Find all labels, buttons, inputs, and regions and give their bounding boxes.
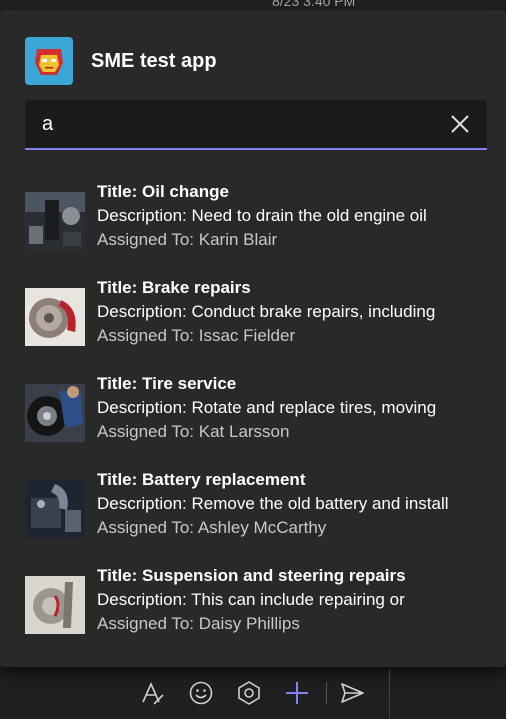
result-text: Title: Battery replacement Description: … [97, 468, 487, 540]
search-value[interactable]: a [42, 113, 53, 136]
result-description: Description: Conduct brake repairs, incl… [97, 302, 436, 321]
result-title: Title: Oil change [97, 182, 229, 201]
result-text: Title: Suspension and steering repairs D… [97, 564, 487, 636]
message-timestamp: 8/23 3:40 PM [272, 0, 356, 9]
close-icon[interactable] [449, 113, 471, 135]
result-assigned: Assigned To: Kat Larsson [97, 422, 290, 441]
result-item-oil-change[interactable]: Title: Oil change Description: Need to d… [25, 180, 485, 276]
oil-change-image [25, 192, 85, 250]
suspension-repairs-image [25, 576, 85, 634]
result-item-tire-service[interactable]: Title: Tire service Description: Rotate … [25, 372, 485, 468]
result-description: Description: Need to drain the old engin… [97, 206, 427, 225]
result-description: Description: This can include repairing … [97, 590, 405, 609]
result-assigned: Assigned To: Daisy Phillips [97, 614, 300, 633]
loop-icon[interactable] [234, 678, 264, 708]
result-text: Title: Brake repairs Description: Conduc… [97, 276, 487, 348]
result-title: Title: Brake repairs [97, 278, 251, 297]
search-input[interactable]: a [25, 100, 487, 150]
result-title: Title: Battery replacement [97, 470, 306, 489]
result-text: Title: Tire service Description: Rotate … [97, 372, 487, 444]
brake-repairs-image [25, 288, 85, 346]
add-icon[interactable] [282, 678, 312, 708]
result-item-suspension-repairs[interactable]: Title: Suspension and steering repairs D… [25, 564, 485, 660]
tire-service-image [25, 384, 85, 442]
result-assigned: Assigned To: Ashley McCarthy [97, 518, 327, 537]
iron-man-mask-icon [25, 37, 73, 85]
toolbar-edge-divider [389, 670, 390, 719]
result-item-battery-replacement[interactable]: Title: Battery replacement Description: … [25, 468, 485, 564]
result-text: Title: Oil change Description: Need to d… [97, 180, 487, 252]
results-list: Title: Oil change Description: Need to d… [25, 180, 485, 660]
format-icon[interactable] [138, 678, 168, 708]
battery-replacement-image [25, 480, 85, 538]
result-title: Title: Suspension and steering repairs [97, 566, 406, 585]
app-header: SME test app [25, 37, 217, 85]
app-name: SME test app [91, 49, 217, 72]
toolbar-divider [326, 682, 327, 704]
result-assigned: Assigned To: Karin Blair [97, 230, 278, 249]
result-item-brake-repairs[interactable]: Title: Brake repairs Description: Conduc… [25, 276, 485, 372]
result-assigned: Assigned To: Issac Fielder [97, 326, 296, 345]
result-description: Description: Rotate and replace tires, m… [97, 398, 437, 417]
emoji-icon[interactable] [186, 678, 216, 708]
send-icon[interactable] [337, 678, 367, 708]
result-description: Description: Remove the old battery and … [97, 494, 449, 513]
messaging-extension-panel: SME test app a Title: Oil change Descrip… [0, 10, 506, 667]
result-title: Title: Tire service [97, 374, 237, 393]
compose-toolbar [138, 678, 385, 708]
